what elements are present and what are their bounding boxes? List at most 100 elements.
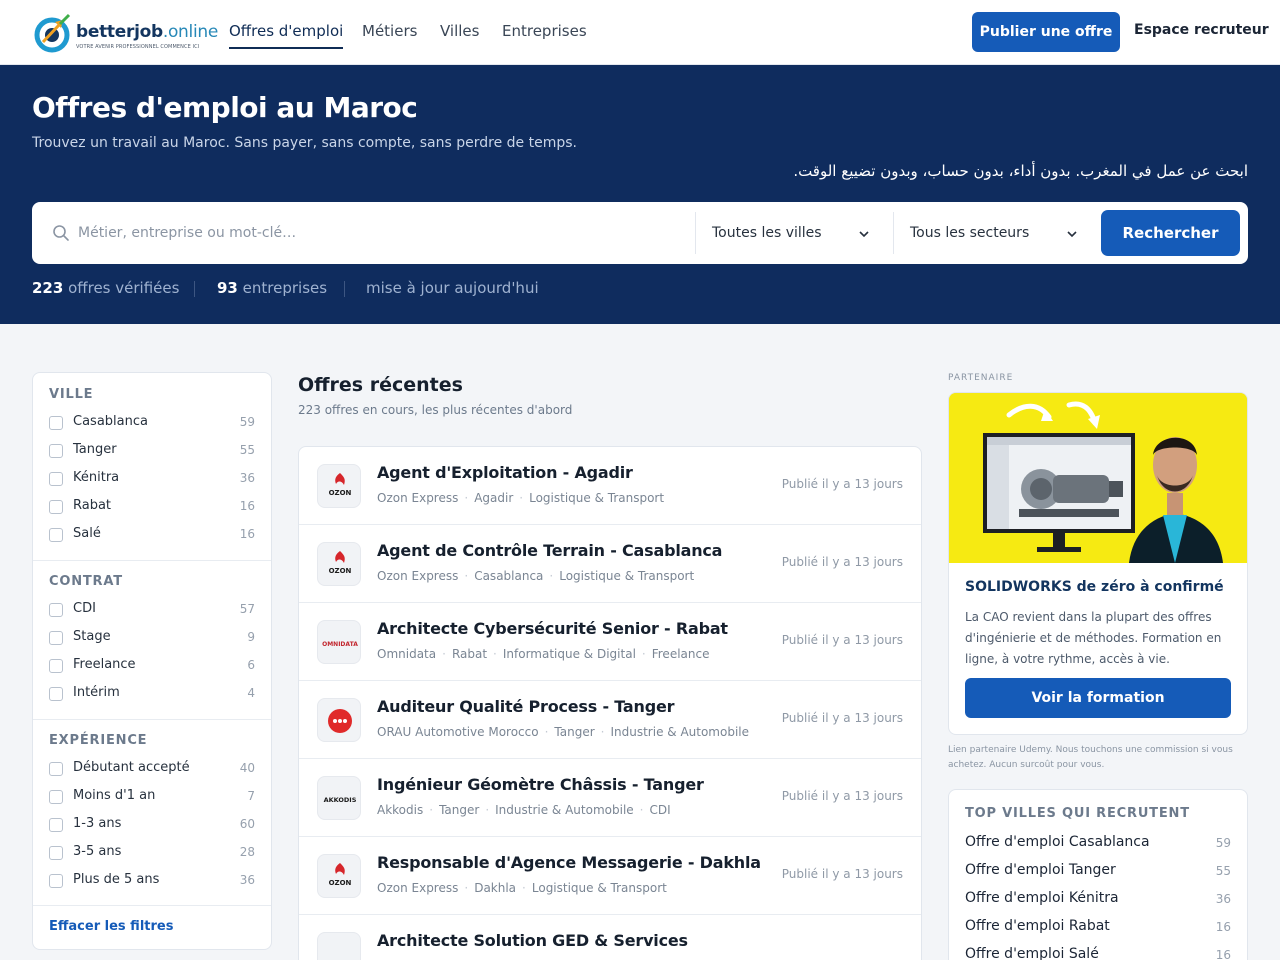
job-card[interactable]: AKKODIS Ingénieur Géomètre Châssis - Tan… [299, 759, 921, 837]
sector-select-value: Tous les secteurs [910, 225, 1030, 241]
clear-filters-link[interactable]: Effacer les filtres [49, 919, 173, 934]
job-title[interactable]: Ingénieur Géomètre Châssis - Tanger [377, 775, 704, 794]
see-training-button[interactable]: Voir la formation [965, 678, 1231, 718]
filter-ville-casablanca[interactable]: Casablanca 59 [49, 413, 255, 433]
stat-updated: mise à jour aujourd'hui [366, 279, 539, 297]
job-title[interactable]: Architecte Cybersécurité Senior - Rabat [377, 619, 728, 638]
nav-metiers[interactable]: Métiers [362, 22, 417, 40]
stat-companies: 93 entreprises [217, 279, 328, 297]
recruiter-space-link[interactable]: Espace recruteur [1134, 22, 1269, 38]
logo-mark-icon [34, 13, 71, 53]
publish-offer-button[interactable]: Publier une offre [972, 12, 1120, 52]
checkbox[interactable] [49, 444, 63, 458]
job-list: OZON Agent d'Exploitation - Agadir Ozon … [298, 446, 922, 960]
promo-description: La CAO revient dans la plupart des offre… [965, 610, 1222, 666]
filter-divider [33, 905, 271, 906]
search-bar: Toutes les villes Tous les secteurs Rech… [32, 202, 1248, 264]
checkbox[interactable] [49, 790, 63, 804]
top-city-link-kenitra[interactable]: Offre d'emploi Kénitra 36 [965, 889, 1231, 909]
job-card[interactable]: Architecte Solution GED & Services [299, 915, 921, 960]
job-date: Publié il y a 13 jours [781, 867, 903, 881]
top-cities-title: TOP VILLES QUI RECRUTENT [965, 806, 1190, 821]
ozon-logo-icon: OZON [329, 863, 352, 887]
chevron-down-icon [859, 231, 869, 238]
city-select-value: Toutes les villes [712, 225, 822, 241]
filter-contrat-freelance[interactable]: Freelance 6 [49, 656, 255, 676]
affiliate-disclaimer: Lien partenaire Udemy. Nous touchons une… [948, 745, 1233, 770]
top-city-link-sale[interactable]: Offre d'emploi Salé 16 [965, 945, 1231, 960]
sector-select[interactable]: Tous les secteurs [910, 214, 1090, 252]
checkbox[interactable] [49, 528, 63, 542]
job-title[interactable]: Agent d'Exploitation - Agadir [377, 463, 633, 482]
nav-villes[interactable]: Villes [440, 22, 479, 40]
job-card[interactable]: Auditeur Qualité Process - Tanger ORAU A… [299, 681, 921, 759]
ozon-logo-icon: OZON [329, 551, 352, 575]
svg-text:OZON: OZON [329, 567, 352, 575]
stat-divider [194, 281, 195, 297]
checkbox[interactable] [49, 818, 63, 832]
checkbox[interactable] [49, 416, 63, 430]
filter-contrat-interim[interactable]: Intérim 4 [49, 684, 255, 704]
hero-subtitle-arabic: ابحث عن عمل في المغرب. بدون أداء، بدون ح… [793, 162, 1248, 180]
checkbox[interactable] [49, 472, 63, 486]
company-logo-orau [317, 698, 361, 742]
job-date: Publié il y a 13 jours [781, 633, 903, 647]
filter-contrat-stage[interactable]: Stage 9 [49, 628, 255, 648]
filter-exp-plus-5ans[interactable]: Plus de 5 ans 36 [49, 871, 255, 891]
partner-promo-card: SOLIDWORKS de zéro à confirmé La CAO rev… [948, 392, 1248, 735]
job-card[interactable]: OZON Agent d'Exploitation - Agadir Ozon … [299, 447, 921, 525]
filter-title-ville: VILLE [49, 387, 94, 402]
filter-exp-1-3ans[interactable]: 1-3 ans 60 [49, 815, 255, 835]
job-title[interactable]: Agent de Contrôle Terrain - Casablanca [377, 541, 722, 560]
checkbox[interactable] [49, 762, 63, 776]
filter-exp-debutant[interactable]: Débutant accepté 40 [49, 759, 255, 779]
city-select[interactable]: Toutes les villes [712, 214, 892, 252]
top-city-link-rabat[interactable]: Offre d'emploi Rabat 16 [965, 917, 1231, 937]
promo-title[interactable]: SOLIDWORKS de zéro à confirmé [965, 579, 1224, 595]
site-logo[interactable]: betterjob.online VOTRE AVENIR PROFESSION… [33, 10, 218, 56]
filters-panel: VILLE Casablanca 59 Tanger 55 Kénitra 36 Ra… [32, 372, 272, 950]
job-title[interactable]: Responsable d'Agence Messagerie - Dakhla [377, 853, 761, 872]
promo-image[interactable] [949, 393, 1247, 563]
job-card[interactable]: OMNIDATA Architecte Cybersécurité Senior… [299, 603, 921, 681]
search-divider [695, 212, 696, 254]
search-button[interactable]: Rechercher [1101, 210, 1240, 256]
filter-contrat-cdi[interactable]: CDI 57 [49, 600, 255, 620]
nav-offres-emploi[interactable]: Offres d'emploi [229, 22, 344, 49]
checkbox[interactable] [49, 687, 63, 701]
filter-ville-sale[interactable]: Salé 16 [49, 525, 255, 545]
company-logo-akkodis: AKKODIS [317, 776, 361, 820]
stat-offers: 223 offres vérifiées [32, 279, 180, 297]
logo-tagline: VOTRE AVENIR PROFESSIONNEL COMMENCE ICI [76, 44, 200, 50]
page-title: Offres d'emploi au Maroc [32, 91, 418, 124]
checkbox[interactable] [49, 603, 63, 617]
checkbox[interactable] [49, 659, 63, 673]
top-city-link-tanger[interactable]: Offre d'emploi Tanger 55 [965, 861, 1231, 881]
job-title[interactable]: Architecte Solution GED & Services [377, 931, 688, 950]
svg-text:AKKODIS: AKKODIS [324, 796, 357, 804]
top-city-link-casablanca[interactable]: Offre d'emploi Casablanca 59 [965, 833, 1231, 853]
nav-entreprises[interactable]: Entreprises [502, 22, 587, 40]
svg-text:OZON: OZON [329, 879, 352, 887]
filter-ville-tanger[interactable]: Tanger 55 [49, 441, 255, 461]
solidworks-promo-illustration [949, 393, 1247, 563]
checkbox[interactable] [49, 846, 63, 860]
filter-ville-rabat[interactable]: Rabat 16 [49, 497, 255, 517]
svg-text:OZON: OZON [329, 489, 352, 497]
filter-exp-3-5ans[interactable]: 3-5 ans 28 [49, 843, 255, 863]
job-card[interactable]: OZON Agent de Contrôle Terrain - Casabla… [299, 525, 921, 603]
checkbox[interactable] [49, 500, 63, 514]
top-cities-panel: TOP VILLES QUI RECRUTENT Offre d'emploi … [948, 789, 1248, 960]
filter-ville-kenitra[interactable]: Kénitra 36 [49, 469, 255, 489]
job-card[interactable]: OZON Responsable d'Agence Messagerie - D… [299, 837, 921, 915]
job-date: Publié il y a 13 jours [781, 789, 903, 803]
job-title[interactable]: Auditeur Qualité Process - Tanger [377, 697, 675, 716]
job-meta: Ozon Express · Casablanca · Logistique & Tra… [377, 569, 695, 583]
job-meta: Ozon Express · Dakhla · Logistique & Transpo… [377, 881, 667, 895]
checkbox[interactable] [49, 874, 63, 888]
filter-exp-moins-1an[interactable]: Moins d'1 an 7 [49, 787, 255, 807]
company-logo-ozon: OZON [317, 854, 361, 898]
search-input[interactable] [78, 214, 678, 252]
checkbox[interactable] [49, 631, 63, 645]
logo-name: betterjob.online [76, 22, 219, 42]
